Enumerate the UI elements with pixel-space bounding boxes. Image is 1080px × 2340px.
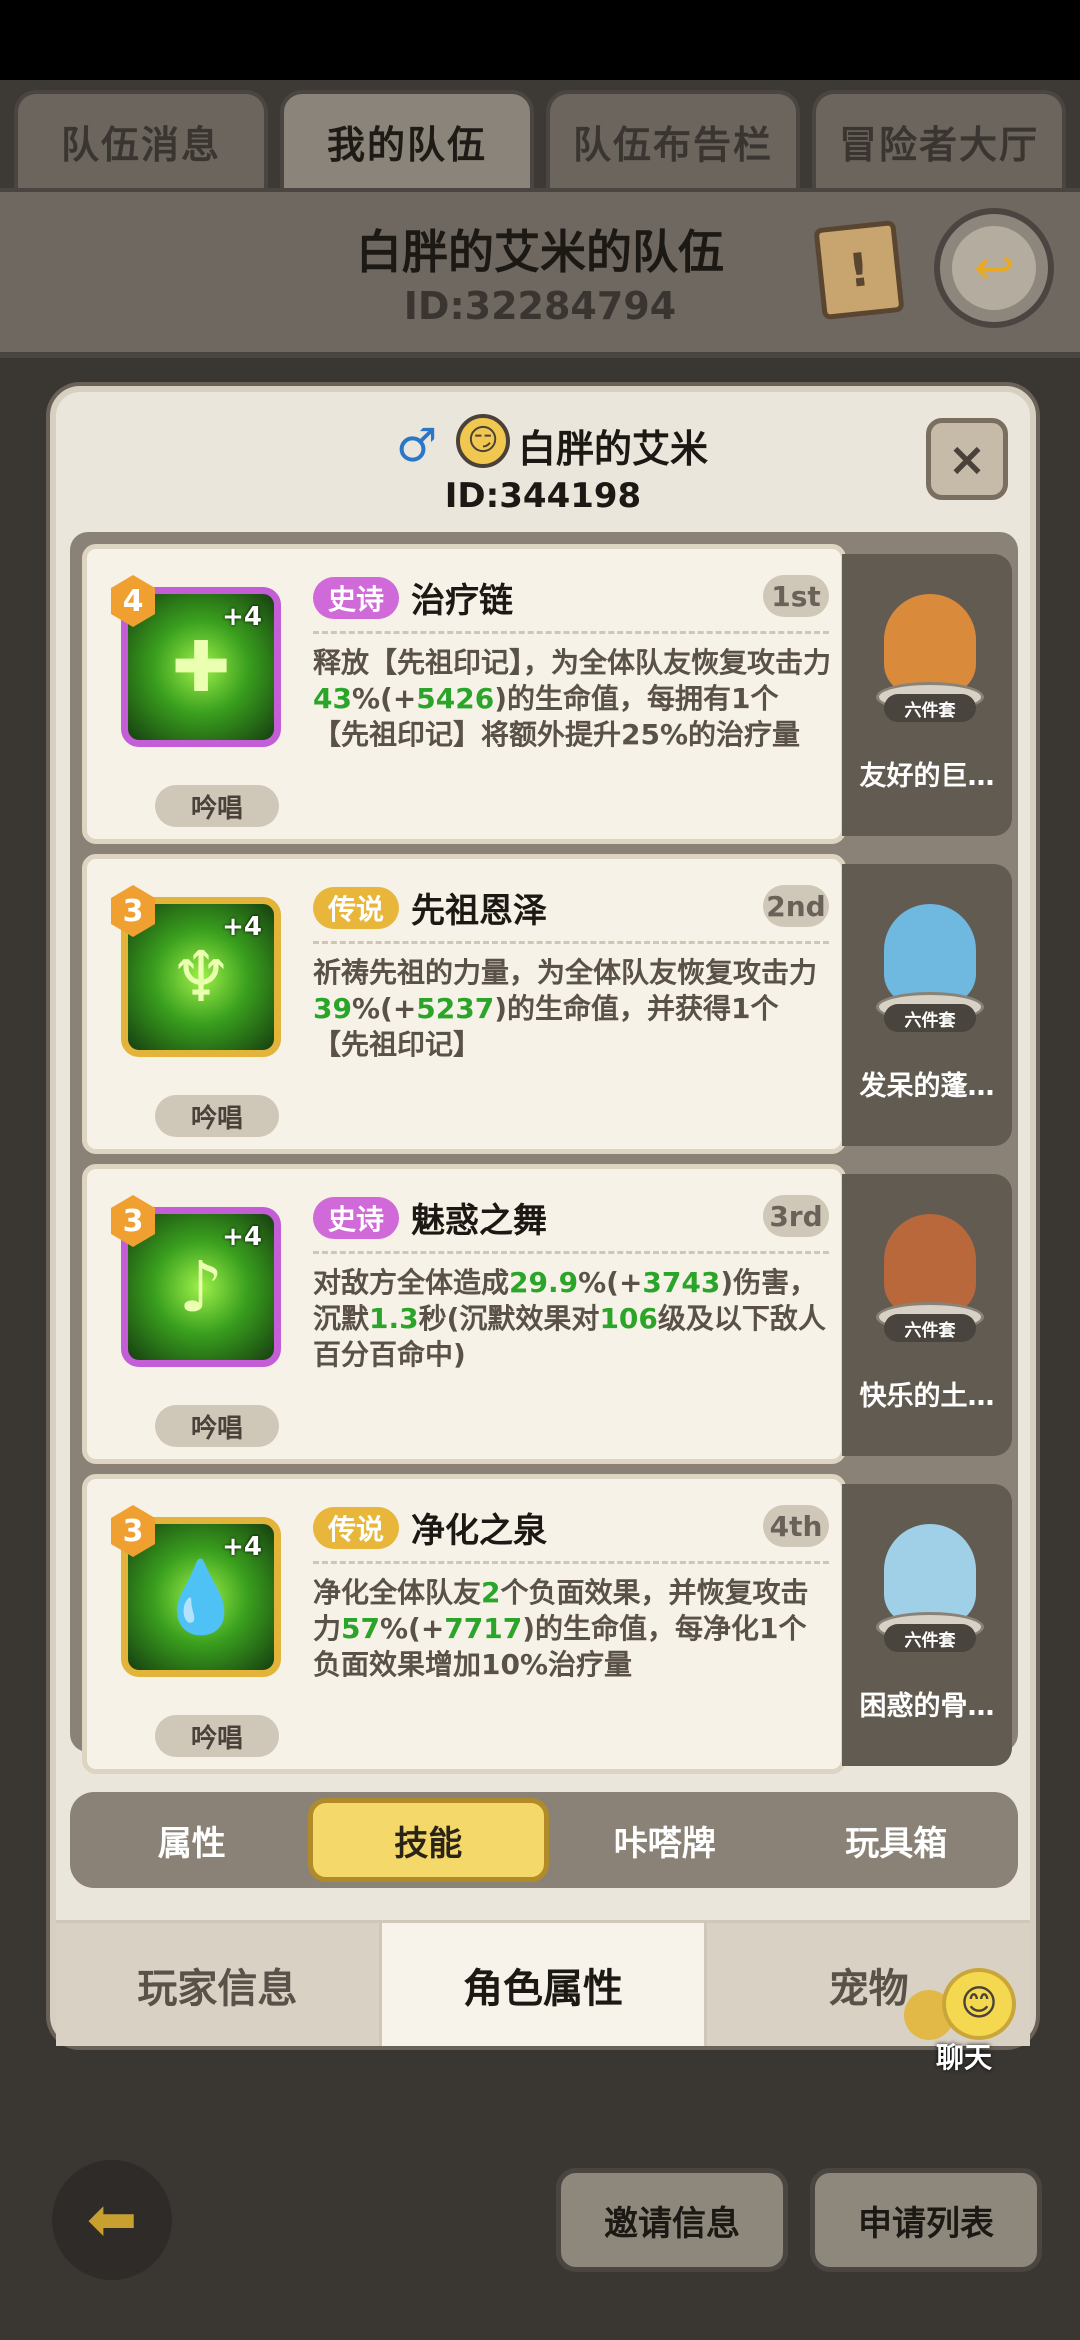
tab-toybox[interactable]: 玩具箱 — [781, 1798, 1013, 1882]
status-bar — [0, 0, 1080, 80]
pet-name: 友好的巨… — [859, 761, 995, 792]
chant-tag: 吟唱 — [155, 785, 279, 827]
skill-name: 先祖恩泽 — [411, 891, 547, 931]
team-tabs: 队伍消息 我的队伍 队伍布告栏 冒险者大厅 — [0, 80, 1080, 188]
skill-description: 净化全体队友2个负面效果，并恢复攻击力57%(+7717)的生命值，每净化1个负… — [313, 1576, 809, 1681]
back-arrow-icon: ⬅ — [86, 2185, 138, 2255]
apply-list-button[interactable]: 申请列表 — [810, 2168, 1042, 2272]
pet-dragon-icon: 六件套 — [870, 1514, 990, 1664]
divider — [313, 1251, 829, 1254]
male-gender-icon: ♂ — [396, 418, 438, 472]
skill-name: 净化之泉 — [411, 1511, 547, 1551]
back-arrow-button[interactable]: ⬅ — [52, 2160, 172, 2280]
tab-my-team[interactable]: 我的队伍 — [280, 90, 534, 188]
skill-name: 治疗链 — [411, 581, 513, 621]
close-button[interactable]: × — [926, 418, 1008, 500]
skill-row: ♆ +4 3 吟唱 传说 先祖恩泽 2nd 祈祷先祖的力量，为全体队友恢复攻击力3… — [82, 854, 1018, 1154]
modal-header: ♂ 😏 白胖的艾米 ID:344198 × — [56, 392, 1030, 532]
skill-row: ✚ +4 4 吟唱 史诗 治疗链 1st 释放【先祖印记】，为全体队友恢复攻击力4… — [82, 544, 1018, 844]
rarity-badge: 史诗 — [313, 1197, 399, 1239]
skill-plus-level: +4 — [222, 912, 262, 942]
set-badge: 六件套 — [884, 1004, 976, 1032]
pet-monkey-icon: 六件套 — [870, 1204, 990, 1354]
skill-order: 1st — [763, 575, 829, 617]
team-name: 白胖的艾米的队伍 — [356, 225, 724, 279]
chant-tag: 吟唱 — [155, 1095, 279, 1137]
skill-row: 💧 +4 3 吟唱 传说 净化之泉 4th 净化全体队友2个负面效果，并恢复攻击力… — [82, 1474, 1018, 1774]
pet-card[interactable]: 六件套 发呆的蓬… — [842, 864, 1012, 1146]
skill-card[interactable]: ♆ +4 3 吟唱 传说 先祖恩泽 2nd 祈祷先祖的力量，为全体队友恢复攻击力3… — [82, 854, 846, 1154]
skill-description: 释放【先祖印记】，为全体队友恢复攻击力43%(+5426)的生命值，每拥有1个【… — [313, 646, 832, 751]
skill-description: 对敌方全体造成29.9%(+3743)伤害，沉默1.3秒(沉默效果对106级及以… — [313, 1266, 826, 1371]
skill-name: 魅惑之舞 — [411, 1201, 547, 1241]
notice-scroll-icon[interactable]: ! — [813, 219, 905, 321]
divider — [313, 941, 829, 944]
pet-sheep-icon: 六件套 — [870, 894, 990, 1044]
team-id: ID:32284794 — [403, 284, 677, 328]
divider — [313, 1561, 829, 1564]
tab-adventurer-hall[interactable]: 冒险者大厅 — [812, 90, 1066, 188]
player-id: ID:344198 — [444, 476, 642, 516]
rarity-badge: 传说 — [313, 1507, 399, 1549]
player-name: 白胖的艾米 — [518, 427, 709, 471]
skill-plus-level: +4 — [222, 1532, 262, 1562]
modal-bottom-tabs: 玩家信息 角色属性 宠物 — [56, 1920, 1031, 2046]
tab-cards[interactable]: 咔嗒牌 — [549, 1798, 781, 1882]
tab-team-messages[interactable]: 队伍消息 — [14, 90, 268, 188]
tab-character-attributes[interactable]: 角色属性 — [378, 1923, 708, 2046]
invite-info-button[interactable]: 邀请信息 — [556, 2168, 788, 2272]
skill-order: 3rd — [763, 1195, 829, 1237]
detail-sub-tabs: 属性 技能 咔嗒牌 玩具箱 — [70, 1792, 1018, 1888]
pet-name: 困惑的骨… — [859, 1691, 995, 1722]
chat-face-icon: 😊 — [942, 1968, 1016, 2040]
tab-player-info[interactable]: 玩家信息 — [56, 1923, 379, 2046]
skill-card[interactable]: ✚ +4 4 吟唱 史诗 治疗链 1st 释放【先祖印记】，为全体队友恢复攻击力4… — [82, 544, 846, 844]
set-badge: 六件套 — [884, 1624, 976, 1652]
chat-button[interactable]: 😊 聊天 — [904, 1968, 1024, 2078]
tab-attributes[interactable]: 属性 — [76, 1798, 308, 1882]
skill-description: 祈祷先祖的力量，为全体队友恢复攻击力39%(+5237)的生命值，并获得1个【先… — [313, 956, 818, 1061]
pet-golem-icon: 六件套 — [870, 584, 990, 734]
player-detail-modal: ♂ 😏 白胖的艾米 ID:344198 × ✚ +4 4 吟唱 史诗 治疗链 1s… — [50, 386, 1036, 2046]
exit-arrow-icon: ↩ — [952, 226, 1036, 310]
pet-name: 快乐的土… — [859, 1381, 995, 1412]
skill-row: ♪ +4 3 吟唱 史诗 魅惑之舞 3rd 对敌方全体造成29.9%(+3743)… — [82, 1164, 1018, 1464]
skill-order: 2nd — [763, 885, 829, 927]
skill-plus-level: +4 — [222, 1222, 262, 1252]
chant-tag: 吟唱 — [155, 1715, 279, 1757]
exit-team-button[interactable]: ↩ — [934, 208, 1054, 328]
pet-name: 发呆的蓬… — [859, 1071, 995, 1102]
set-badge: 六件套 — [884, 1314, 976, 1342]
rarity-badge: 史诗 — [313, 577, 399, 619]
set-badge: 六件套 — [884, 694, 976, 722]
chant-tag: 吟唱 — [155, 1405, 279, 1447]
avatar: 😏 — [456, 414, 510, 468]
chat-label: 聊天 — [935, 2041, 992, 2074]
skill-order: 4th — [763, 1505, 829, 1547]
skill-list: ✚ +4 4 吟唱 史诗 治疗链 1st 释放【先祖印记】，为全体队友恢复攻击力4… — [70, 532, 1018, 1774]
pet-card[interactable]: 六件套 困惑的骨… — [842, 1484, 1012, 1766]
skill-card[interactable]: 💧 +4 3 吟唱 传说 净化之泉 4th 净化全体队友2个负面效果，并恢复攻击力… — [82, 1474, 846, 1774]
tab-team-board[interactable]: 队伍布告栏 — [546, 90, 800, 188]
divider — [313, 631, 829, 634]
skill-plus-level: +4 — [222, 602, 262, 632]
team-header: 白胖的艾米的队伍 ID:32284794 — [0, 188, 1080, 358]
pet-card[interactable]: 六件套 快乐的土… — [842, 1174, 1012, 1456]
skill-card[interactable]: ♪ +4 3 吟唱 史诗 魅惑之舞 3rd 对敌方全体造成29.9%(+3743)… — [82, 1164, 846, 1464]
rarity-badge: 传说 — [313, 887, 399, 929]
pet-card[interactable]: 六件套 友好的巨… — [842, 554, 1012, 836]
tab-skills[interactable]: 技能 — [307, 1798, 549, 1882]
